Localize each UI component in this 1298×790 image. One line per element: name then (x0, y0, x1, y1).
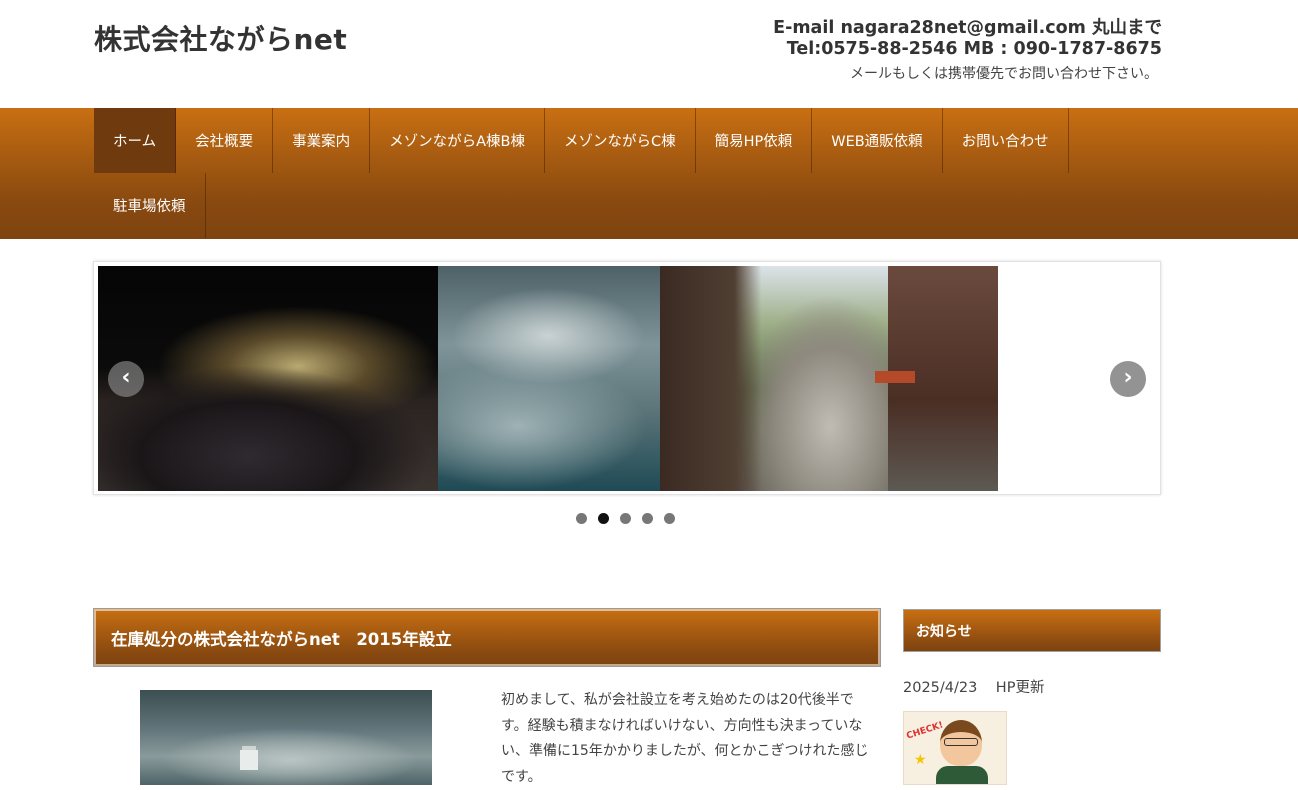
nav-item-simple-hp[interactable]: 簡易HP依頼 (696, 108, 813, 173)
slide-image-castle (438, 266, 660, 491)
slide-image-festival (98, 266, 438, 491)
nav-item-home[interactable]: ホーム (94, 108, 177, 173)
intro-text: 初めまして、私が会社設立を考え始めたのは20代後半です。経験も積まなければいけな… (501, 692, 869, 785)
nav-item-business[interactable]: 事業案内 (273, 108, 371, 173)
star-icon: ★ (914, 752, 927, 768)
contact-note: メールもしくは携帯優先でお問い合わせ下さい。 (850, 66, 1158, 82)
news-item[interactable]: 2025/4/23 HP更新 (903, 676, 1044, 697)
nav-item-contact[interactable]: お問い合わせ (943, 108, 1069, 173)
slider-dot-4[interactable] (642, 513, 653, 524)
castle-photo (140, 690, 432, 785)
main-navigation: ホーム 会社概要 事業案内 メゾンながらA棟B棟 メゾンながらC棟 簡易HP依頼… (0, 108, 1298, 239)
contact-info: E-mail nagara28net@gmail.com 丸山まで Tel:05… (773, 18, 1162, 83)
slider-dot-5[interactable] (664, 513, 675, 524)
site-title[interactable]: 株式会社ながらnet (94, 18, 347, 58)
chevron-left-icon[interactable]: ‹ (108, 361, 144, 397)
glasses-icon (944, 738, 978, 746)
nav-item-web-shop[interactable]: WEB通販依頼 (812, 108, 943, 173)
image-slider: ‹ › (93, 261, 1161, 495)
slider-pagination (576, 513, 675, 524)
nav-item-parking[interactable]: 駐車場依頼 (94, 173, 206, 238)
check-illustration: CHECK! ★ (903, 711, 1007, 785)
contact-phone: Tel:0575-88-2546 MB : 090-1787-8675 (786, 39, 1162, 59)
slider-dot-2[interactable] (598, 513, 609, 524)
check-label: CHECK! (905, 720, 945, 742)
slider-dot-1[interactable] (576, 513, 587, 524)
slide-image-street (660, 266, 998, 491)
slider-dot-3[interactable] (620, 513, 631, 524)
main-section-title: 在庫処分の株式会社ながらnet 2015年設立 (93, 608, 881, 667)
nav-item-company[interactable]: 会社概要 (176, 108, 274, 173)
nav-row-1: ホーム 会社概要 事業案内 メゾンながらA棟B棟 メゾンながらC棟 簡易HP依頼… (94, 108, 1069, 173)
illustration-body (936, 766, 988, 784)
news-text: HP更新 (995, 680, 1045, 696)
news-date: 2025/4/23 (903, 680, 978, 696)
sidebar-news-title: お知らせ (903, 609, 1161, 652)
chevron-right-icon[interactable]: › (1110, 361, 1146, 397)
contact-email: E-mail nagara28net@gmail.com 丸山まで (773, 18, 1162, 38)
nav-item-maison-c[interactable]: メゾンながらC棟 (545, 108, 696, 173)
nav-item-maison-ab[interactable]: メゾンながらA棟B棟 (370, 108, 545, 173)
nav-row-2: 駐車場依頼 (94, 173, 206, 238)
